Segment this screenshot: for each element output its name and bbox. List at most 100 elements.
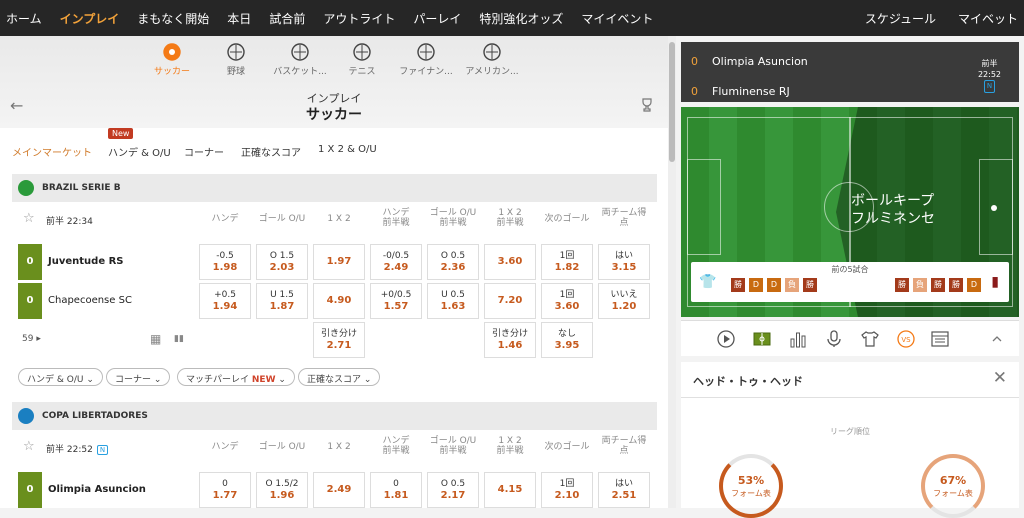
- odds-cell[interactable]: はい 3.15: [598, 244, 650, 280]
- team-row[interactable]: 0 Chapecoense SC: [12, 283, 198, 319]
- odds-cell[interactable]: 1.97: [313, 244, 365, 280]
- odds-cell[interactable]: +0.5 1.94: [199, 283, 251, 319]
- more-markets-count: 59: [22, 334, 34, 344]
- filter-chip[interactable]: コーナー ⌄: [106, 368, 171, 386]
- stats-icon[interactable]: ▮▮: [174, 334, 184, 344]
- odds-cell[interactable]: 1回 3.60: [541, 283, 593, 319]
- event-line1: ボールキープ: [851, 193, 935, 209]
- svg-text:VS: VS: [901, 336, 911, 344]
- nav-item[interactable]: 試合前: [269, 10, 305, 27]
- nav-item-right[interactable]: スケジュール: [865, 10, 936, 27]
- nav-item[interactable]: 本日: [227, 10, 251, 27]
- odds-value: 3.15: [611, 262, 637, 273]
- odds-cell[interactable]: -0.5 1.98: [199, 244, 251, 280]
- lineup-shirt-icon[interactable]: [861, 330, 879, 348]
- nav-item[interactable]: マイイベント: [581, 10, 653, 27]
- odds-cell[interactable]: 1回 1.82: [541, 244, 593, 280]
- odds-cell[interactable]: 7.20: [484, 283, 536, 319]
- odds-value: 3.95: [554, 340, 580, 351]
- odds-cell[interactable]: 2.49: [313, 472, 365, 508]
- odds-cell[interactable]: O 0.5 2.17: [427, 472, 479, 508]
- play-icon[interactable]: [717, 330, 735, 348]
- scoreboard-icon[interactable]: [931, 330, 949, 348]
- form-result: 勝: [931, 278, 945, 292]
- odds-cell[interactable]: はい 2.51: [598, 472, 650, 508]
- column-header-line: 前半戦: [382, 218, 410, 228]
- odds-cell[interactable]: O 1.5/2 1.96: [256, 472, 308, 508]
- nav-item[interactable]: まもなく開始: [137, 10, 209, 27]
- odds-cell[interactable]: 引き分け 2.71: [313, 322, 365, 358]
- odds-cell[interactable]: なし 3.95: [541, 322, 593, 358]
- chevron-right-icon: ▸: [33, 334, 41, 344]
- league-header[interactable]: COPA LIBERTADORES: [12, 402, 657, 430]
- odds-cell[interactable]: U 0.5 1.63: [427, 283, 479, 319]
- chevron-down-icon: ⌄: [361, 375, 372, 385]
- odds-cell[interactable]: 1回 2.10: [541, 472, 593, 508]
- stats-icon[interactable]: [789, 330, 807, 348]
- event-text: ボールキープ フルミネンセ: [851, 192, 935, 228]
- column-header-line: 前半戦: [439, 218, 467, 228]
- sport-tab[interactable]: アメリカン...: [460, 42, 524, 77]
- market-tab[interactable]: コーナー: [184, 144, 224, 159]
- filter-chip[interactable]: ハンデ & O/U ⌄: [18, 368, 103, 386]
- column-header: ゴール O/U: [256, 214, 308, 224]
- odds-line: 1回: [559, 290, 575, 300]
- league-header[interactable]: BRAZIL SERIE B: [12, 174, 657, 202]
- market-tab[interactable]: ハンデ & O/U: [108, 144, 171, 159]
- scoreboard-away: 0 Fluminense RJ: [691, 85, 790, 98]
- favorite-star-icon[interactable]: ☆: [23, 211, 35, 226]
- nav-item[interactable]: パーレイ: [413, 10, 461, 27]
- odds-cell[interactable]: 0 1.77: [199, 472, 251, 508]
- odds-cell[interactable]: 0 1.81: [370, 472, 422, 508]
- team-row[interactable]: 0 Juventude RS: [12, 244, 198, 280]
- microphone-icon[interactable]: [825, 330, 843, 348]
- filter-chip[interactable]: マッチパーレイ NEW ⌄: [177, 368, 295, 386]
- close-icon[interactable]: ✕: [993, 368, 1007, 388]
- team-name[interactable]: Olimpia Asuncion: [48, 484, 146, 495]
- home-score: 0: [691, 55, 698, 68]
- sport-tab-label: アメリカン...: [465, 67, 519, 77]
- pitch-view-icon[interactable]: ▦: [150, 332, 161, 346]
- more-markets-link[interactable]: 59 ▸: [22, 334, 41, 344]
- team-name[interactable]: Chapecoense SC: [48, 295, 132, 306]
- scrollbar[interactable]: [668, 36, 676, 508]
- nav-item[interactable]: インプレイ: [60, 10, 120, 27]
- market-tab[interactable]: メインマーケット: [12, 144, 92, 159]
- odds-cell[interactable]: 3.60: [484, 244, 536, 280]
- odds-cell[interactable]: U 1.5 1.87: [256, 283, 308, 319]
- odds-cell[interactable]: O 1.5 2.03: [256, 244, 308, 280]
- market-tab[interactable]: 正確なスコア: [241, 144, 301, 159]
- odds-value: 1.97: [326, 256, 352, 267]
- away-form-pct: 67%: [939, 474, 967, 487]
- chevron-down-icon: ⌄: [151, 375, 162, 385]
- odds-cell[interactable]: 4.90: [313, 283, 365, 319]
- nav-item[interactable]: ホーム: [6, 10, 42, 27]
- filter-chip[interactable]: 正確なスコア ⌄: [298, 368, 381, 386]
- versus-icon[interactable]: VS: [897, 330, 915, 348]
- odds-line: 0: [393, 479, 399, 489]
- odds-cell[interactable]: いいえ 1.20: [598, 283, 650, 319]
- sport-tab[interactable]: バスケット...: [268, 42, 332, 77]
- nav-item[interactable]: アウトライト: [323, 10, 395, 27]
- nav-item-right[interactable]: マイベット: [958, 10, 1018, 27]
- sport-tab[interactable]: ファイナン...: [394, 42, 458, 77]
- scrollbar-thumb[interactable]: [669, 42, 675, 162]
- odds-cell[interactable]: O 0.5 2.36: [427, 244, 479, 280]
- odds-value: 3.60: [554, 301, 580, 312]
- chevron-up-icon[interactable]: [991, 330, 1003, 348]
- sport-tab[interactable]: サッカー: [140, 42, 204, 77]
- match-tools: VS: [681, 320, 1019, 356]
- market-tab[interactable]: 1 X 2 & O/U: [318, 144, 377, 155]
- team-row[interactable]: 0 Olimpia Asuncion: [12, 472, 198, 508]
- favorite-star-icon[interactable]: ☆: [23, 439, 35, 454]
- odds-cell[interactable]: 引き分け 1.46: [484, 322, 536, 358]
- nav-item[interactable]: 特別強化オッズ: [479, 10, 563, 27]
- odds-cell[interactable]: -0/0.5 2.49: [370, 244, 422, 280]
- team-name[interactable]: Juventude RS: [48, 256, 123, 267]
- odds-cell[interactable]: 4.15: [484, 472, 536, 508]
- sport-tab[interactable]: 野球: [204, 42, 268, 77]
- odds-cell[interactable]: +0/0.5 1.57: [370, 283, 422, 319]
- odds-line: はい: [614, 251, 633, 261]
- pitch-icon[interactable]: [753, 330, 771, 348]
- sport-tab[interactable]: テニス: [330, 42, 394, 77]
